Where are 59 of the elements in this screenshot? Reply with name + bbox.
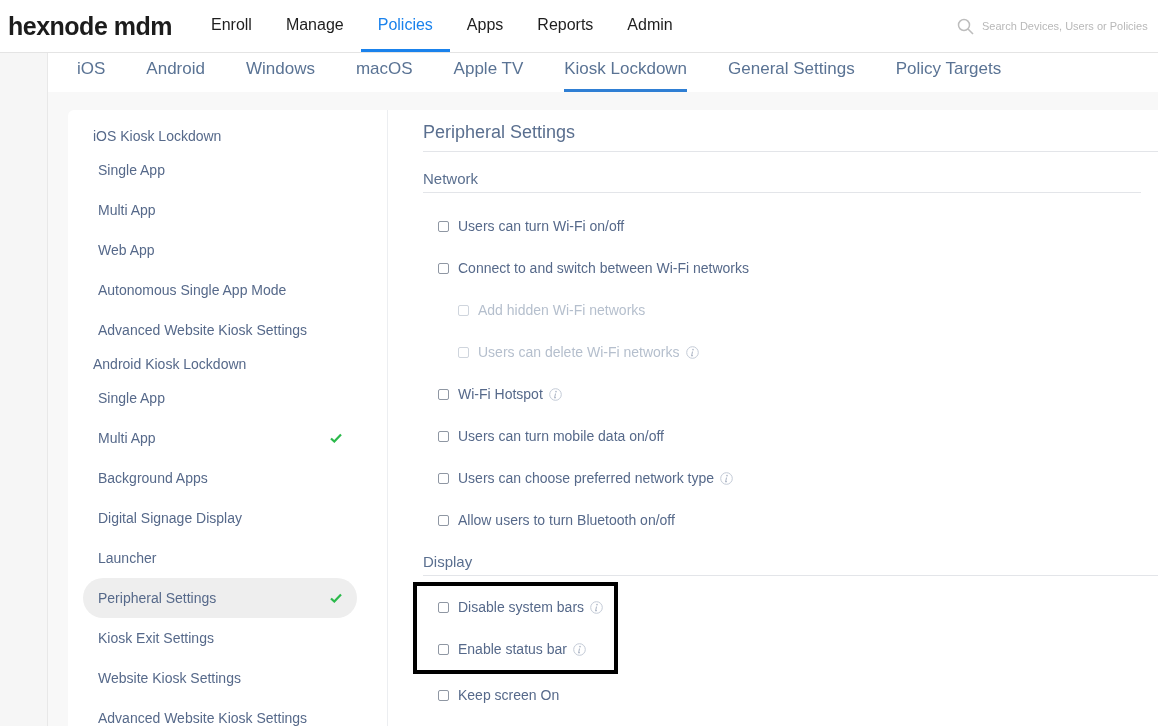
- platform-tab[interactable]: iOS: [77, 53, 106, 92]
- section-heading: Network: [423, 170, 1141, 193]
- checkbox[interactable]: [438, 601, 449, 613]
- platform-tab[interactable]: Android: [146, 53, 205, 92]
- platform-tab[interactable]: Apple TV: [453, 53, 524, 92]
- sidebar-item[interactable]: Launcher: [83, 538, 357, 578]
- option-label: Enable status bar: [458, 641, 567, 657]
- info-icon[interactable]: [590, 600, 604, 614]
- checkbox[interactable]: [438, 220, 449, 232]
- platform-tab[interactable]: Policy Targets: [895, 53, 1002, 92]
- info-icon[interactable]: [572, 642, 586, 656]
- option-label: Connect to and switch between Wi-Fi networks: [458, 260, 749, 276]
- option-label: Add hidden Wi-Fi networks: [478, 302, 646, 318]
- sidebar-item[interactable]: Advanced Website Kiosk Settings: [83, 698, 357, 726]
- platform-tab[interactable]: macOS: [355, 53, 413, 92]
- sidebar-item[interactable]: Single App: [83, 378, 357, 418]
- option-label: Users can delete Wi-Fi networks: [478, 344, 680, 360]
- nav-tab[interactable]: Enroll: [194, 0, 269, 52]
- option-label: Allow users to turn Bluetooth on/off: [458, 512, 675, 528]
- sidebar-item[interactable]: Multi App: [83, 418, 357, 458]
- checkbox[interactable]: [438, 514, 449, 526]
- option-label: Keep screen On: [458, 687, 560, 703]
- section-heading: Display: [423, 553, 1158, 576]
- sidebar-heading: iOS Kiosk Lockdown: [92, 127, 223, 146]
- logo[interactable]: hexnode mdm: [0, 11, 194, 41]
- option-label: Users can turn Wi-Fi on/off: [458, 218, 625, 234]
- nav-tab[interactable]: Manage: [268, 0, 361, 52]
- option-label: Users can turn mobile data on/off: [458, 428, 664, 444]
- option-label: Users can choose preferred network type: [458, 470, 714, 486]
- sidebar-item[interactable]: Web App: [83, 230, 357, 270]
- checkbox[interactable]: [438, 262, 449, 274]
- search-field[interactable]: Search Devices, Users or Policies: [982, 20, 1158, 32]
- option-label: Disable system bars: [458, 599, 585, 615]
- nav-tab[interactable]: Admin: [610, 0, 690, 52]
- nav-tab[interactable]: Apps: [449, 0, 521, 52]
- platform-tab[interactable]: General Settings: [728, 53, 855, 92]
- search-icon: [957, 17, 974, 35]
- sidebar-item[interactable]: Digital Signage Display: [83, 498, 357, 538]
- sidebar-item[interactable]: Autonomous Single App Mode: [83, 270, 357, 310]
- sidebar-item[interactable]: Website Kiosk Settings: [83, 658, 357, 698]
- info-icon[interactable]: [720, 471, 733, 485]
- sidebar-item[interactable]: Single App: [83, 150, 357, 190]
- sidebar-item[interactable]: Kiosk Exit Settings: [83, 618, 357, 658]
- sidebar-item[interactable]: Advanced Website Kiosk Settings: [83, 310, 357, 350]
- platform-tab[interactable]: Windows: [245, 53, 315, 92]
- info-icon[interactable]: [548, 387, 562, 401]
- checkbox[interactable]: [438, 388, 449, 400]
- checkbox[interactable]: [438, 430, 449, 442]
- checkbox[interactable]: [438, 689, 449, 701]
- checkbox[interactable]: [438, 472, 449, 484]
- sidebar-heading: Android Kiosk Lockdown: [92, 355, 248, 374]
- sidebar-item[interactable]: Background Apps: [83, 458, 357, 498]
- checkbox[interactable]: [438, 643, 449, 655]
- platform-tab[interactable]: Kiosk Lockdown: [564, 53, 688, 92]
- sidebar-item[interactable]: Peripheral Settings: [83, 578, 357, 618]
- page-title: Peripheral Settings: [423, 122, 1158, 152]
- sidebar-item[interactable]: Multi App: [83, 190, 357, 230]
- option-label: Wi-Fi Hotspot: [458, 386, 543, 402]
- nav-tab[interactable]: Reports: [520, 0, 611, 52]
